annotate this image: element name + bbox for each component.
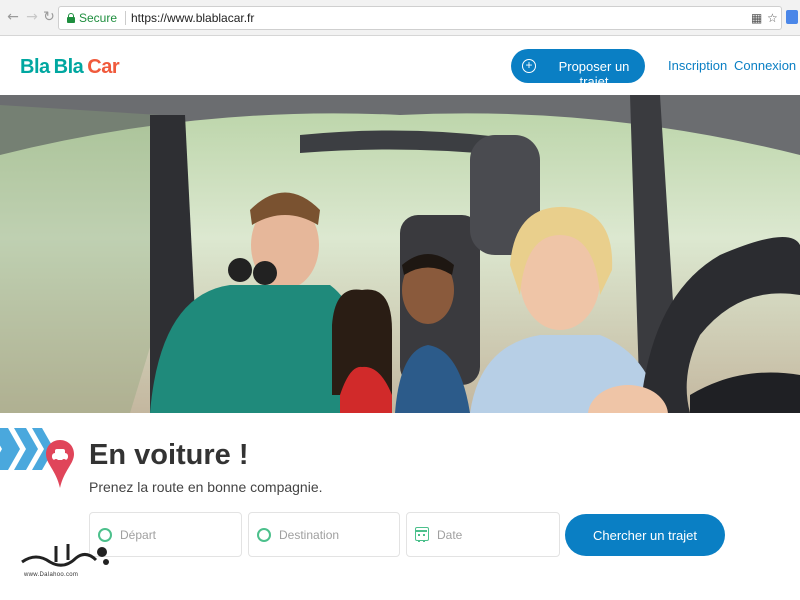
forward-icon[interactable]: → xyxy=(24,9,40,25)
destination-field[interactable] xyxy=(248,512,400,557)
back-icon[interactable]: ← xyxy=(5,9,21,25)
secure-label: Secure xyxy=(79,11,118,25)
date-field[interactable] xyxy=(406,512,560,557)
page-subtitle: Prenez la route en bonne compagnie. xyxy=(89,479,323,495)
translate-icon[interactable]: ▦ xyxy=(751,11,762,25)
search-trip-button[interactable]: Chercher un trajet xyxy=(565,514,725,556)
plus-icon: + xyxy=(522,59,536,73)
destination-input[interactable] xyxy=(279,521,399,549)
depart-input[interactable] xyxy=(120,521,240,549)
star-icon[interactable]: ☆ xyxy=(767,11,778,25)
logo-part-car: Car xyxy=(87,56,120,78)
url-text[interactable]: https://www.blablacar.fr xyxy=(131,11,254,25)
reload-icon[interactable]: ↻ xyxy=(41,9,57,25)
inscription-link[interactable]: Inscription xyxy=(668,58,727,73)
watermark-text: www.Dalahoo.com xyxy=(24,572,79,578)
address-bar[interactable]: Secure https://www.blablacar.fr ▦ ☆ xyxy=(58,6,782,30)
watermark: www.Dalahoo.com xyxy=(16,540,112,580)
destination-circle-icon xyxy=(257,528,271,542)
lock-icon xyxy=(67,13,75,23)
logo[interactable]: Bla Bla Car xyxy=(20,56,120,79)
car-pin-icon xyxy=(46,440,74,488)
hero-image xyxy=(0,95,800,413)
site-header: Bla Bla Car + Proposer un trajet Inscripti… xyxy=(0,37,800,95)
logo-part-bla1: Bla xyxy=(20,56,50,78)
propose-trip-button[interactable]: + Proposer un trajet xyxy=(511,49,645,89)
divider xyxy=(125,11,126,25)
browser-chrome: ← → ↻ Secure https://www.blablacar.fr ▦ … xyxy=(0,0,800,36)
logo-part-bla2: Bla xyxy=(53,56,84,78)
page-title: En voiture ! xyxy=(89,439,249,471)
date-input[interactable] xyxy=(437,521,557,549)
propose-trip-label: Proposer un trajet xyxy=(558,59,630,89)
calendar-icon xyxy=(415,527,429,542)
hero-photo-illustration xyxy=(0,95,800,413)
watermark-logo xyxy=(21,544,109,567)
extension-icon[interactable] xyxy=(786,10,798,24)
connexion-link[interactable]: Connexion xyxy=(734,58,796,73)
